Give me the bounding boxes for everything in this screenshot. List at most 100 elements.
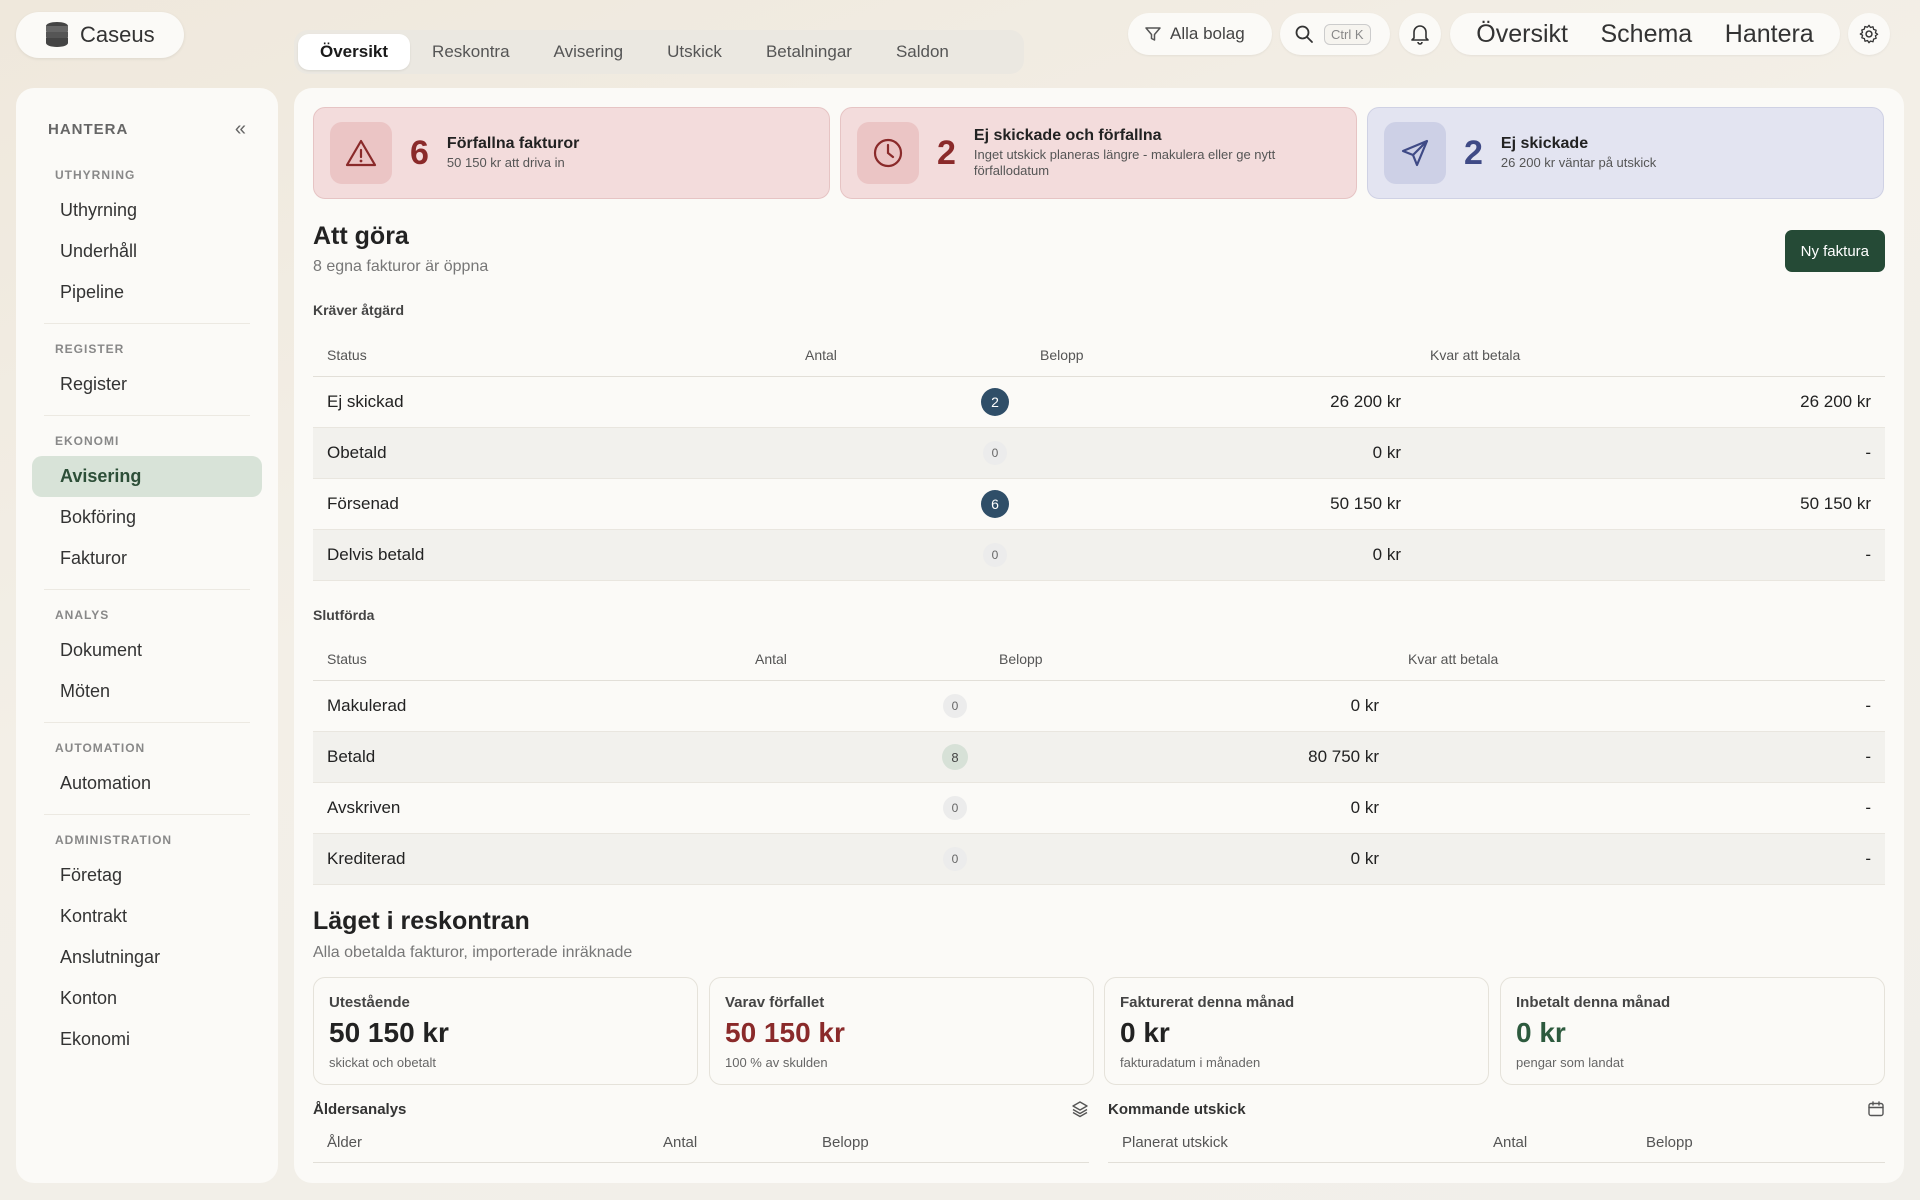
sidebar-item-uthyrning[interactable]: Uthyrning — [32, 190, 262, 231]
layers-icon[interactable] — [1071, 1100, 1089, 1118]
send-icon — [1384, 122, 1446, 184]
sidebar-item-ekonomi[interactable]: Ekonomi — [32, 1019, 262, 1060]
sidebar-item-bokforing[interactable]: Bokföring — [32, 497, 262, 538]
sidebar-item-underhall[interactable]: Underhåll — [32, 231, 262, 272]
stat-card-overdue[interactable]: Varav förfallet 50 150 kr 100 % av skuld… — [709, 977, 1094, 1085]
calendar-icon[interactable] — [1867, 1100, 1885, 1118]
stat-subtitle: fakturadatum i månaden — [1120, 1055, 1261, 1070]
sidebar-item-register[interactable]: Register — [32, 364, 262, 405]
row-status: Avskriven — [327, 798, 401, 817]
upcoming-table-header: Planerat utskick Antal Belopp — [1108, 1123, 1885, 1163]
upcoming-title: Kommande utskick — [1108, 1101, 1246, 1118]
table-row[interactable]: Ej skickad 2 26 200 kr 26 200 kr — [313, 377, 1885, 428]
tab-utskick[interactable]: Utskick — [645, 34, 744, 70]
count-badge: 8 — [942, 744, 968, 770]
tab-reskontra[interactable]: Reskontra — [410, 34, 531, 70]
row-status: Obetald — [327, 443, 387, 462]
col-alder: Ålder — [327, 1134, 363, 1151]
count-badge: 0 — [983, 441, 1007, 465]
table-row[interactable]: Avskriven 0 0 kr - — [313, 783, 1885, 834]
ledger-title: Läget i reskontran — [313, 907, 530, 935]
brand-name: Caseus — [80, 22, 155, 47]
table-row[interactable]: Krediterad 0 0 kr - — [313, 834, 1885, 885]
table-row[interactable]: Obetald 0 0 kr - — [313, 428, 1885, 479]
filter-icon — [1145, 27, 1161, 41]
col-belopp: Belopp — [999, 650, 1043, 667]
search-button[interactable]: Ctrl K — [1280, 13, 1390, 55]
search-shortcut: Ctrl K — [1324, 23, 1371, 45]
alert-count: 2 — [1464, 133, 1483, 172]
count-badge: 2 — [981, 388, 1009, 416]
alert-card-unsent[interactable]: 2 Ej skickade 26 200 kr väntar på utskic… — [1367, 107, 1884, 199]
row-amount: 0 kr — [1372, 443, 1401, 462]
alert-card-overdue[interactable]: 6 Förfallna fakturor 50 150 kr att driva… — [313, 107, 830, 199]
todo-subtitle: 8 egna fakturor är öppna — [313, 258, 489, 275]
col-kvar: Kvar att betala — [1408, 650, 1499, 667]
col-belopp: Belopp — [1646, 1134, 1693, 1151]
stat-card-invoiced-month[interactable]: Fakturerat denna månad 0 kr fakturadatum… — [1104, 977, 1489, 1085]
col-kvar: Kvar att betala — [1430, 346, 1521, 363]
sidebar-item-foretag[interactable]: Företag — [32, 855, 262, 896]
tab-oversikt[interactable]: Översikt — [298, 34, 411, 70]
alert-card-unsent-overdue[interactable]: 2 Ej skickade och förfallna Inget utskic… — [840, 107, 1357, 199]
tab-avisering[interactable]: Avisering — [532, 34, 646, 70]
table-header: Status Antal Belopp Kvar att betala — [313, 333, 1885, 377]
row-remaining: - — [1865, 747, 1871, 766]
sidebar-item-dokument[interactable]: Dokument — [32, 630, 262, 671]
nav-hantera[interactable]: Hantera — [1725, 20, 1814, 49]
stat-subtitle: pengar som landat — [1516, 1055, 1624, 1070]
stat-title: Fakturerat denna månad — [1120, 994, 1295, 1011]
sidebar-item-pipeline[interactable]: Pipeline — [32, 272, 262, 313]
row-amount: 26 200 kr — [1330, 392, 1401, 411]
nav-schema[interactable]: Schema — [1601, 20, 1693, 49]
brand-logo[interactable]: Caseus — [16, 12, 184, 58]
tab-betalningar[interactable]: Betalningar — [744, 34, 874, 70]
tab-saldon[interactable]: Saldon — [874, 34, 971, 70]
notifications-button[interactable] — [1399, 13, 1441, 55]
sidebar-item-automation[interactable]: Automation — [32, 763, 262, 804]
count-badge: 0 — [943, 847, 967, 871]
table-row[interactable]: Makulerad 0 0 kr - — [313, 681, 1885, 732]
sidebar-section-analys: ANALYS — [55, 608, 110, 622]
sidebar-item-moten[interactable]: Möten — [32, 671, 262, 712]
stat-value: 50 150 kr — [725, 1017, 845, 1048]
col-antal: Antal — [805, 346, 837, 363]
col-status: Status — [327, 650, 367, 667]
new-invoice-button[interactable]: Ny faktura — [1784, 230, 1885, 272]
row-amount: 0 kr — [1350, 798, 1379, 817]
top-nav: Översikt Schema Hantera — [1450, 13, 1840, 55]
table-row[interactable]: Försenad 6 50 150 kr 50 150 kr — [313, 479, 1885, 530]
row-remaining: 26 200 kr — [1800, 392, 1871, 411]
company-filter-button[interactable]: Alla bolag — [1128, 13, 1272, 55]
table-row[interactable]: Betald 8 80 750 kr - — [313, 732, 1885, 783]
sidebar-section-administration: ADMINISTRATION — [55, 833, 173, 847]
col-planerat: Planerat utskick — [1122, 1134, 1228, 1151]
todo-title: Att göra — [313, 222, 409, 250]
sidebar-item-avisering[interactable]: Avisering — [32, 456, 262, 497]
alert-subtitle: Inget utskick planeras längre - makulera… — [973, 147, 1276, 178]
sidebar-item-kontrakt[interactable]: Kontrakt — [32, 896, 262, 937]
sidebar-section-ekonomi: EKONOMI — [55, 434, 120, 448]
nav-oversikt[interactable]: Översikt — [1476, 20, 1568, 49]
settings-button[interactable] — [1848, 13, 1890, 55]
main-panel: 6 Förfallna fakturor 50 150 kr att driva… — [294, 88, 1904, 1183]
table-row[interactable]: Delvis betald 0 0 kr - — [313, 530, 1885, 581]
row-remaining: - — [1865, 696, 1871, 715]
stat-card-paid-month[interactable]: Inbetalt denna månad 0 kr pengar som lan… — [1500, 977, 1885, 1085]
bell-icon — [1411, 25, 1429, 45]
stat-value: 0 kr — [1120, 1017, 1170, 1048]
collapse-sidebar-icon[interactable]: « — [235, 118, 246, 141]
gear-icon — [1859, 24, 1879, 44]
col-antal: Antal — [755, 650, 787, 667]
stat-card-outstanding[interactable]: Utestående 50 150 kr skickat och obetalt — [313, 977, 698, 1085]
row-amount: 0 kr — [1372, 545, 1401, 564]
sidebar-item-fakturor[interactable]: Fakturor — [32, 538, 262, 579]
row-remaining: - — [1865, 545, 1871, 564]
sidebar-item-anslutningar[interactable]: Anslutningar — [32, 937, 262, 978]
row-status: Försenad — [327, 494, 399, 513]
main-tabs: Översikt Reskontra Avisering Utskick Bet… — [294, 30, 1024, 74]
sidebar-item-konton[interactable]: Konton — [32, 978, 262, 1019]
row-amount: 80 750 kr — [1308, 747, 1379, 766]
stat-value: 50 150 kr — [329, 1017, 449, 1048]
col-belopp: Belopp — [822, 1134, 869, 1151]
